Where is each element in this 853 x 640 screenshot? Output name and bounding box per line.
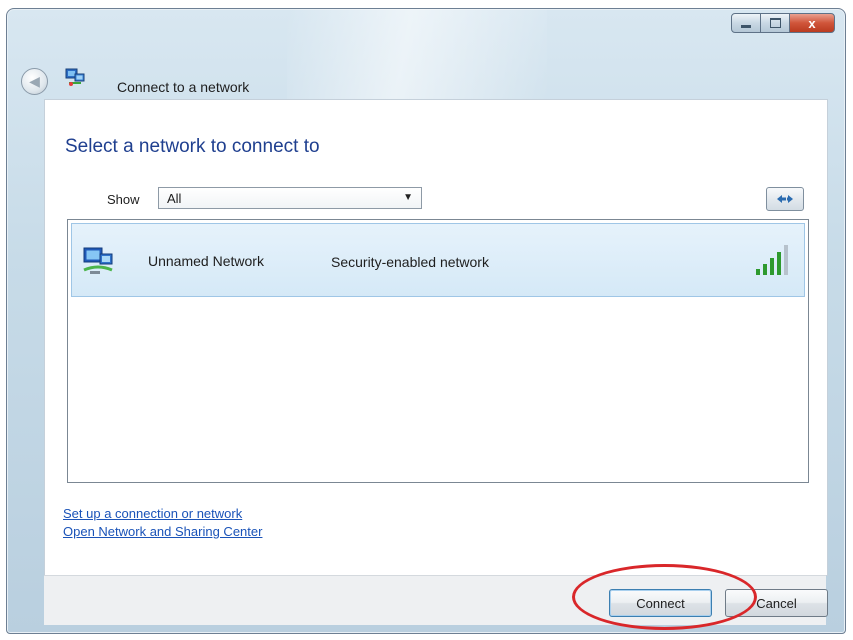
- wireless-network-icon: [83, 247, 113, 274]
- close-button[interactable]: x: [789, 13, 835, 33]
- dropdown-arrow-icon: ▼: [403, 192, 413, 203]
- show-label: Show: [107, 192, 140, 207]
- refresh-button[interactable]: [766, 187, 804, 211]
- title-bar-glass: [287, 9, 547, 109]
- signal-strength-icon: [756, 245, 788, 275]
- maximize-icon: [769, 18, 781, 28]
- show-filter-dropdown[interactable]: All ▼: [158, 187, 422, 209]
- network-name: Unnamed Network: [148, 253, 264, 269]
- refresh-icon: [777, 195, 793, 203]
- minimize-button[interactable]: [731, 13, 761, 33]
- content-panel: Select a network to connect to Show All …: [44, 99, 828, 576]
- network-list-item[interactable]: Unnamed Network Security-enabled network: [71, 223, 805, 297]
- back-arrow-icon: ◀: [29, 73, 40, 89]
- close-icon: x: [808, 15, 816, 31]
- setup-connection-link[interactable]: Set up a connection or network: [63, 506, 242, 521]
- page-heading: Select a network to connect to: [65, 136, 320, 157]
- cancel-button[interactable]: Cancel: [725, 589, 828, 617]
- minimize-icon: [741, 24, 751, 28]
- network-wizard-icon: [65, 68, 85, 86]
- back-button[interactable]: ◀: [21, 68, 48, 95]
- dialog-footer: Connect Cancel: [44, 575, 828, 625]
- connect-button[interactable]: Connect: [609, 589, 712, 617]
- caption-buttons: x: [731, 13, 835, 33]
- window-title: Connect to a network: [117, 79, 250, 95]
- show-filter-value: All: [167, 191, 182, 206]
- maximize-button[interactable]: [760, 13, 790, 33]
- network-list[interactable]: Unnamed Network Security-enabled network: [67, 219, 809, 483]
- network-security: Security-enabled network: [331, 254, 489, 270]
- network-sharing-center-link[interactable]: Open Network and Sharing Center: [63, 524, 262, 539]
